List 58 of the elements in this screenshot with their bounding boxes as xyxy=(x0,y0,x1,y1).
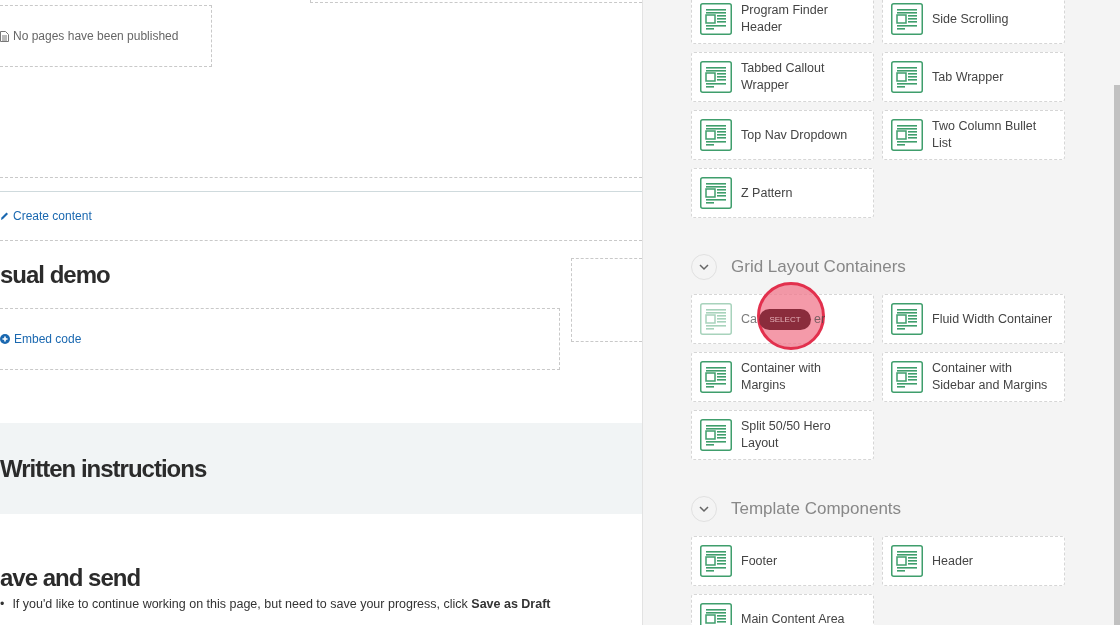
component-label: Tabbed Callout Wrapper xyxy=(741,60,826,94)
component-card[interactable]: Main Content Area xyxy=(691,594,874,625)
component-card[interactable]: Footer xyxy=(691,536,874,586)
layout-icon xyxy=(891,61,923,93)
component-label: Footer xyxy=(741,552,778,570)
component-card[interactable]: Fluid Width Container xyxy=(882,294,1065,344)
section-heading: Written instructions xyxy=(0,454,207,483)
component-label: Container with Sidebar and Margins xyxy=(932,360,1049,394)
component-label: Container with Margins xyxy=(741,360,822,394)
section-heading: sual demo xyxy=(0,260,110,289)
create-content-link[interactable]: Create content xyxy=(0,209,92,223)
layout-icon xyxy=(891,303,923,335)
component-card[interactable]: Container with Margins xyxy=(691,352,874,402)
section-title: Template Components xyxy=(731,499,902,519)
component-label: Header xyxy=(932,552,973,570)
component-label: Ca xyxy=(741,310,757,328)
layout-icon xyxy=(700,303,732,335)
component-card[interactable]: Top Nav Dropdown xyxy=(691,110,874,160)
layout-icon xyxy=(891,361,923,393)
component-label: Side Scrolling xyxy=(932,10,1009,28)
instruction-text: If you'd like to continue working on this page, but need to save your progress, click Save as Draft xyxy=(12,596,551,613)
section-heading: ave and send xyxy=(0,564,142,592)
published-notice: No pages have been published xyxy=(0,29,179,43)
layout-icon xyxy=(700,61,732,93)
component-label: Fluid Width Container xyxy=(932,310,1053,328)
pencil-icon xyxy=(0,211,9,221)
layout-icon xyxy=(700,177,732,209)
layout-icon xyxy=(891,545,923,577)
component-label: Tab Wrapper xyxy=(932,68,1004,86)
component-label: Split 50/50 Hero Layout xyxy=(741,418,832,452)
component-label: Z Pattern xyxy=(741,184,793,202)
chevron-icon[interactable] xyxy=(691,496,717,522)
component-card[interactable]: Header xyxy=(882,536,1065,586)
component-card[interactable]: Tab Wrapper xyxy=(882,52,1065,102)
document-icon xyxy=(0,30,9,42)
layout-icon xyxy=(700,3,732,35)
component-label: Two Column Bullet List xyxy=(932,118,1038,152)
component-card[interactable]: Program Finder Header xyxy=(691,0,874,44)
component-card[interactable]: Tabbed Callout Wrapper xyxy=(691,52,874,102)
component-card[interactable]: Z Pattern xyxy=(691,168,874,218)
component-card[interactable]: Split 50/50 Hero Layout xyxy=(691,410,874,460)
chevron-icon[interactable] xyxy=(691,254,717,280)
component-card[interactable]: Container with Sidebar and Margins xyxy=(882,352,1065,402)
layout-icon xyxy=(891,3,923,35)
layout-icon xyxy=(700,361,732,393)
component-card[interactable]: Two Column Bullet List xyxy=(882,110,1065,160)
component-label: Main Content Area xyxy=(741,610,845,625)
component-label: Top Nav Dropdown xyxy=(741,126,848,144)
component-card[interactable]: Side Scrolling xyxy=(882,0,1065,44)
section-title: Grid Layout Containers xyxy=(731,257,906,277)
scrollbar[interactable] xyxy=(1114,85,1120,625)
layout-icon xyxy=(700,119,732,151)
component-label: Program Finder Header xyxy=(741,2,829,36)
embed-code-link[interactable]: Embed code xyxy=(0,332,82,346)
layout-icon xyxy=(891,119,923,151)
bullet: • xyxy=(0,596,5,613)
layout-icon xyxy=(700,545,732,577)
layout-icon xyxy=(700,419,732,451)
